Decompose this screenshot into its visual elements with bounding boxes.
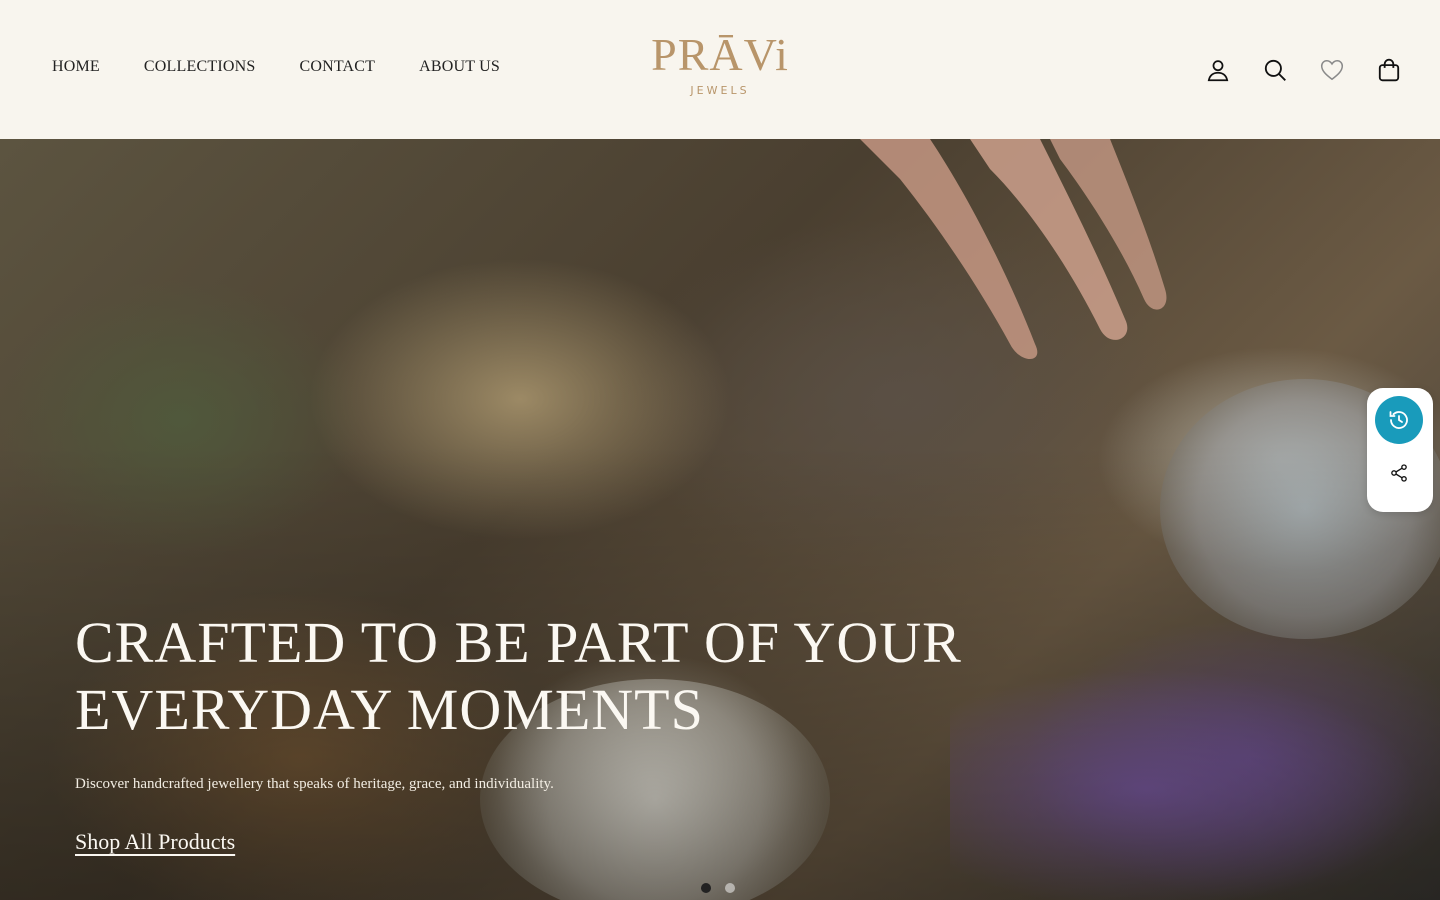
heart-icon[interactable] <box>1318 56 1345 83</box>
logo-tagline: JEWELS <box>690 84 750 97</box>
nav-contact[interactable]: CONTACT <box>299 58 375 76</box>
search-icon[interactable] <box>1261 56 1288 83</box>
hero-banner: CRAFTED TO BE PART OF YOUR EVERYDAY MOME… <box>0 139 1440 900</box>
share-icon[interactable] <box>1386 460 1412 486</box>
slider-dots <box>701 883 735 893</box>
brand-logo[interactable]: PRĀVi JEWELS <box>640 30 800 110</box>
main-nav: HOME COLLECTIONS CONTACT ABOUT US <box>52 58 500 76</box>
history-icon[interactable] <box>1375 396 1423 444</box>
user-icon[interactable] <box>1204 56 1231 83</box>
header-actions <box>1204 56 1402 83</box>
shop-all-products-link[interactable]: Shop All Products <box>75 829 235 855</box>
slider-dot-2[interactable] <box>725 883 735 893</box>
nav-home[interactable]: HOME <box>52 58 100 76</box>
slider-dot-1[interactable] <box>701 883 711 893</box>
site-header: HOME COLLECTIONS CONTACT ABOUT US PRĀVi … <box>0 0 1440 139</box>
hero-title: CRAFTED TO BE PART OF YOUR EVERYDAY MOME… <box>75 610 962 742</box>
logo-wordmark: PRĀVi <box>651 29 789 80</box>
bag-icon[interactable] <box>1375 56 1402 83</box>
nav-about-us[interactable]: ABOUT US <box>419 58 500 76</box>
nav-collections[interactable]: COLLECTIONS <box>144 58 256 76</box>
floating-side-widget <box>1367 388 1433 512</box>
hero-subtitle: Discover handcrafted jewellery that spea… <box>75 776 554 792</box>
